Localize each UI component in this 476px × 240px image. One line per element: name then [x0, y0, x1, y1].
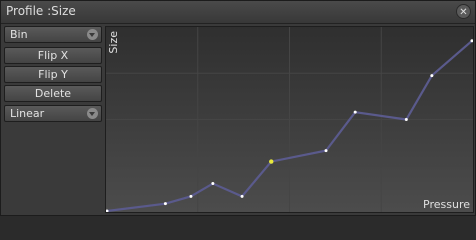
chevron-down-icon	[87, 29, 98, 40]
flip-y-button[interactable]: Flip Y	[4, 66, 102, 83]
interpolation-select-value: Linear	[10, 107, 45, 120]
chevron-down-icon	[87, 108, 98, 119]
control-point[interactable]	[404, 118, 408, 121]
flip-x-button[interactable]: Flip X	[4, 47, 102, 64]
control-point[interactable]	[211, 182, 215, 186]
close-icon[interactable]: ✕	[456, 4, 471, 19]
delete-button[interactable]: Delete	[4, 85, 102, 102]
title-bar[interactable]: Profile :Size ✕	[1, 1, 475, 24]
curve-plot[interactable]	[106, 27, 473, 212]
mode-select-value: Bin	[10, 28, 28, 41]
mode-select[interactable]: Bin	[4, 26, 102, 43]
control-point[interactable]	[430, 74, 434, 78]
control-point[interactable]	[163, 202, 167, 206]
interpolation-select[interactable]: Linear	[4, 105, 102, 122]
control-point[interactable]	[240, 194, 244, 198]
x-axis-label: Pressure	[423, 198, 470, 211]
control-point[interactable]	[353, 110, 357, 114]
control-point[interactable]	[189, 194, 193, 198]
grid-lines	[106, 27, 473, 212]
control-point[interactable]	[324, 149, 328, 153]
profile-window: Profile :Size ✕ Bin Flip X Flip Y Delete…	[0, 0, 476, 216]
control-point-selected[interactable]	[269, 159, 274, 164]
profile-graph[interactable]: Size Pressure	[105, 26, 474, 213]
window-title: Profile :Size	[6, 4, 76, 18]
y-axis-label: Size	[107, 31, 120, 54]
